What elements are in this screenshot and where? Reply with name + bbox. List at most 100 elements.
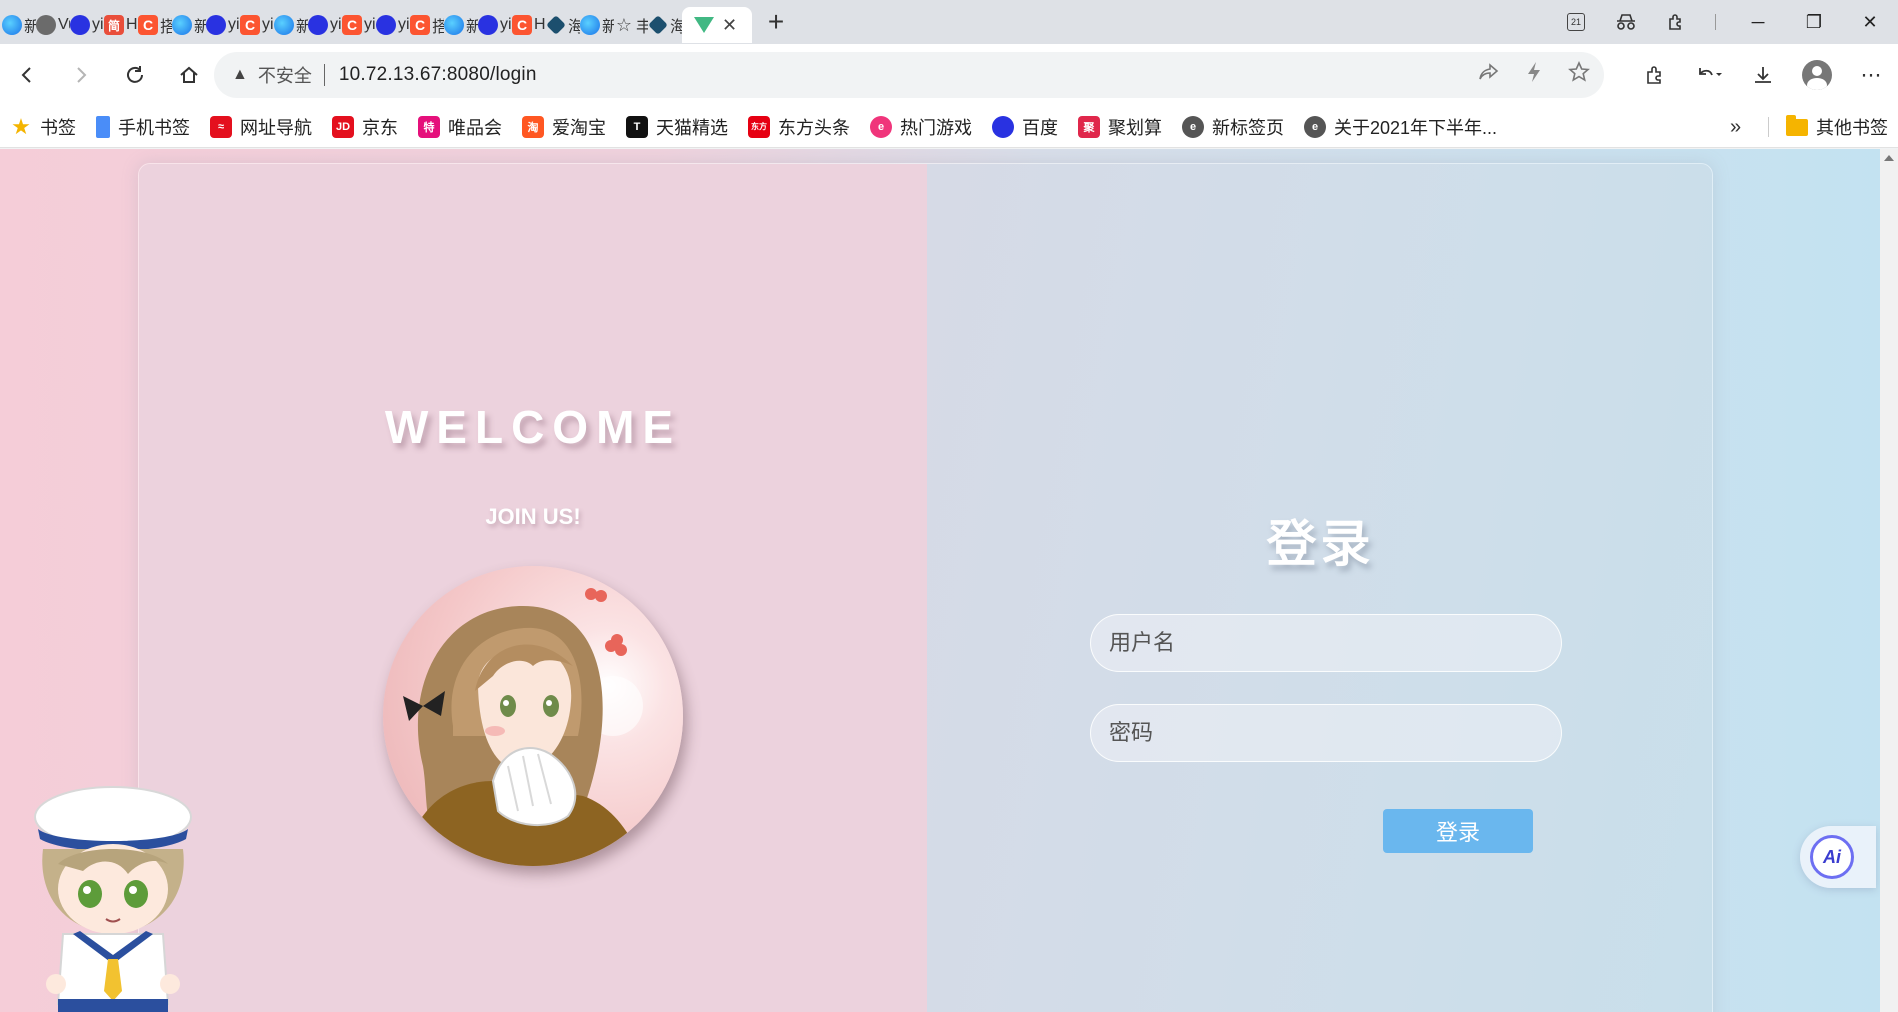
lightning-icon[interactable] (1526, 61, 1542, 89)
browser-tab[interactable]: 海 (648, 7, 682, 43)
bookmark-item[interactable]: e 热门游戏 (860, 111, 982, 143)
browser-tab[interactable]: C搭 (138, 7, 172, 43)
undo-icon[interactable] (1682, 50, 1736, 100)
browser-tab[interactable]: Cyi (240, 7, 274, 43)
bookmark-item[interactable]: e 新标签页 (1172, 111, 1294, 143)
bookmark-item[interactable]: e 关于2021年下半年... (1294, 111, 1507, 143)
tab-title: 丰 (636, 19, 648, 36)
other-bookmarks-folder[interactable]: 其他书签 (1776, 111, 1898, 143)
separator (323, 64, 325, 86)
welcome-panel: WELCOME JOIN US! (139, 164, 927, 1012)
tab-title: 搭 (160, 19, 172, 36)
edge-favicon-icon (444, 15, 464, 35)
bookmark-label: 网址导航 (240, 117, 312, 138)
baidu-favicon-icon (70, 15, 90, 35)
csdn-favicon-icon: C (240, 15, 260, 35)
extension-puzzle-icon[interactable] (1651, 0, 1701, 44)
incognito-icon[interactable] (1601, 0, 1651, 44)
login-button[interactable]: 登录 (1383, 809, 1533, 853)
tab-title: 海 (670, 19, 682, 36)
active-tab[interactable]: ✕ (682, 7, 752, 43)
bookmark-item[interactable]: 特唯品会 (408, 111, 512, 143)
share-icon[interactable] (1478, 62, 1500, 88)
browser-tab[interactable]: 新 (274, 7, 308, 43)
login-panel: 登录 登录 (927, 164, 1712, 1012)
bookmark-item[interactable]: 聚聚划算 (1068, 111, 1172, 143)
calendar-icon[interactable]: 21 (1551, 0, 1601, 44)
baidu-favicon-icon (478, 15, 498, 35)
browser-tab[interactable]: Cyi (342, 7, 376, 43)
bookmark-star-icon[interactable] (1568, 61, 1590, 89)
bookmark-item[interactable]: 东方 东方头条 (738, 111, 860, 143)
browser-tab[interactable]: 新 (2, 7, 36, 43)
browser-tab[interactable]: Vu (36, 7, 70, 43)
bookmarks-overflow-button[interactable]: » (1730, 106, 1741, 148)
ai-icon: Ai (1810, 835, 1854, 879)
browser-tab[interactable]: 新 (172, 7, 206, 43)
tab-title: yi (92, 16, 104, 33)
browser-tab[interactable]: 简H (104, 7, 138, 43)
back-button[interactable] (0, 50, 54, 100)
reload-button[interactable] (108, 50, 162, 100)
browser-tab[interactable]: 新 (444, 7, 478, 43)
bookmark-label: 聚划算 (1108, 117, 1162, 138)
browser-tab[interactable]: C搭 (410, 7, 444, 43)
insecure-label[interactable]: 不安全 (258, 62, 312, 88)
bookmark-label: 百度 (1022, 117, 1058, 138)
vertical-scrollbar[interactable] (1880, 149, 1898, 1012)
extensions-icon[interactable] (1628, 50, 1682, 100)
tab-title: 新 (296, 19, 308, 36)
tab-title: 新 (602, 19, 614, 36)
browser-tab[interactable]: yi (206, 7, 240, 43)
bookmark-item[interactable]: JD 京东 (322, 111, 408, 143)
bookmark-label: 书签 (40, 117, 76, 138)
bookmark-label: 京东 (362, 117, 398, 138)
download-icon[interactable] (1736, 50, 1790, 100)
bookmark-item[interactable]: ★ 书签 (0, 111, 86, 143)
browser-tab[interactable]: CH (512, 7, 546, 43)
tab-title: H (126, 16, 138, 33)
browser-tab[interactable]: ☆ 丰 (614, 7, 648, 43)
tab-title: 新 (466, 19, 478, 36)
browser-tab[interactable]: yi (70, 7, 104, 43)
jian-favicon-icon: 简 (104, 15, 124, 35)
forward-button[interactable] (54, 50, 108, 100)
bookmark-item[interactable]: T 天猫精选 (616, 111, 738, 143)
address-bar[interactable]: ▲ 不安全 10.72.13.67:8080/login (214, 52, 1604, 98)
black-bookmark-icon: T (626, 115, 648, 138)
mascot-character[interactable] (18, 759, 208, 1012)
bookmark-list: ★ 书签 手机书签 ≈ 网址导航 JD 京东特唯品会淘爱淘宝 T 天猫精选 东方 东方头条 e 热门游戏… (0, 111, 1507, 143)
browser-tab[interactable]: 新 (580, 7, 614, 43)
tab-title: 新 (24, 19, 36, 36)
browser-tab[interactable]: yi (376, 7, 410, 43)
bookmark-item[interactable]: 手机书签 (86, 111, 200, 143)
tab-title: yi (398, 16, 410, 33)
bookmark-item[interactable]: 淘爱淘宝 (512, 111, 616, 143)
bookmark-item[interactable]: 百度 (982, 111, 1068, 143)
profile-icon[interactable] (1790, 50, 1844, 100)
browser-tab[interactable]: 海 (546, 7, 580, 43)
scroll-up-arrow-icon[interactable] (1884, 155, 1894, 161)
separator (1768, 117, 1769, 137)
bookmark-item[interactable]: ≈ 网址导航 (200, 111, 322, 143)
browser-tab[interactable]: yi (308, 7, 342, 43)
baidu-favicon-icon (376, 15, 396, 35)
csdn-favicon-icon: C (138, 15, 158, 35)
close-window-icon[interactable]: ✕ (1842, 0, 1898, 44)
more-menu-icon[interactable]: ⋯ (1844, 50, 1898, 100)
minimize-icon[interactable]: ─ (1730, 0, 1786, 44)
restore-icon[interactable]: ❐ (1786, 0, 1842, 44)
baidu-bookmark-icon (992, 115, 1014, 138)
ai-assistant-button[interactable]: Ai (1800, 826, 1876, 888)
browser-tab[interactable]: yi (478, 7, 512, 43)
url-text[interactable]: 10.72.13.67:8080/login (339, 64, 537, 86)
tab-title: 新 (194, 19, 206, 36)
home-button[interactable] (162, 50, 216, 100)
orange-bookmark-icon: 淘 (522, 115, 544, 138)
new-tab-button[interactable]: + (756, 4, 796, 40)
close-tab-icon[interactable]: ✕ (722, 15, 737, 36)
tab-title: yi (262, 16, 274, 33)
username-input[interactable] (1090, 614, 1562, 672)
password-input[interactable] (1090, 704, 1562, 762)
tab-title: yi (330, 16, 342, 33)
